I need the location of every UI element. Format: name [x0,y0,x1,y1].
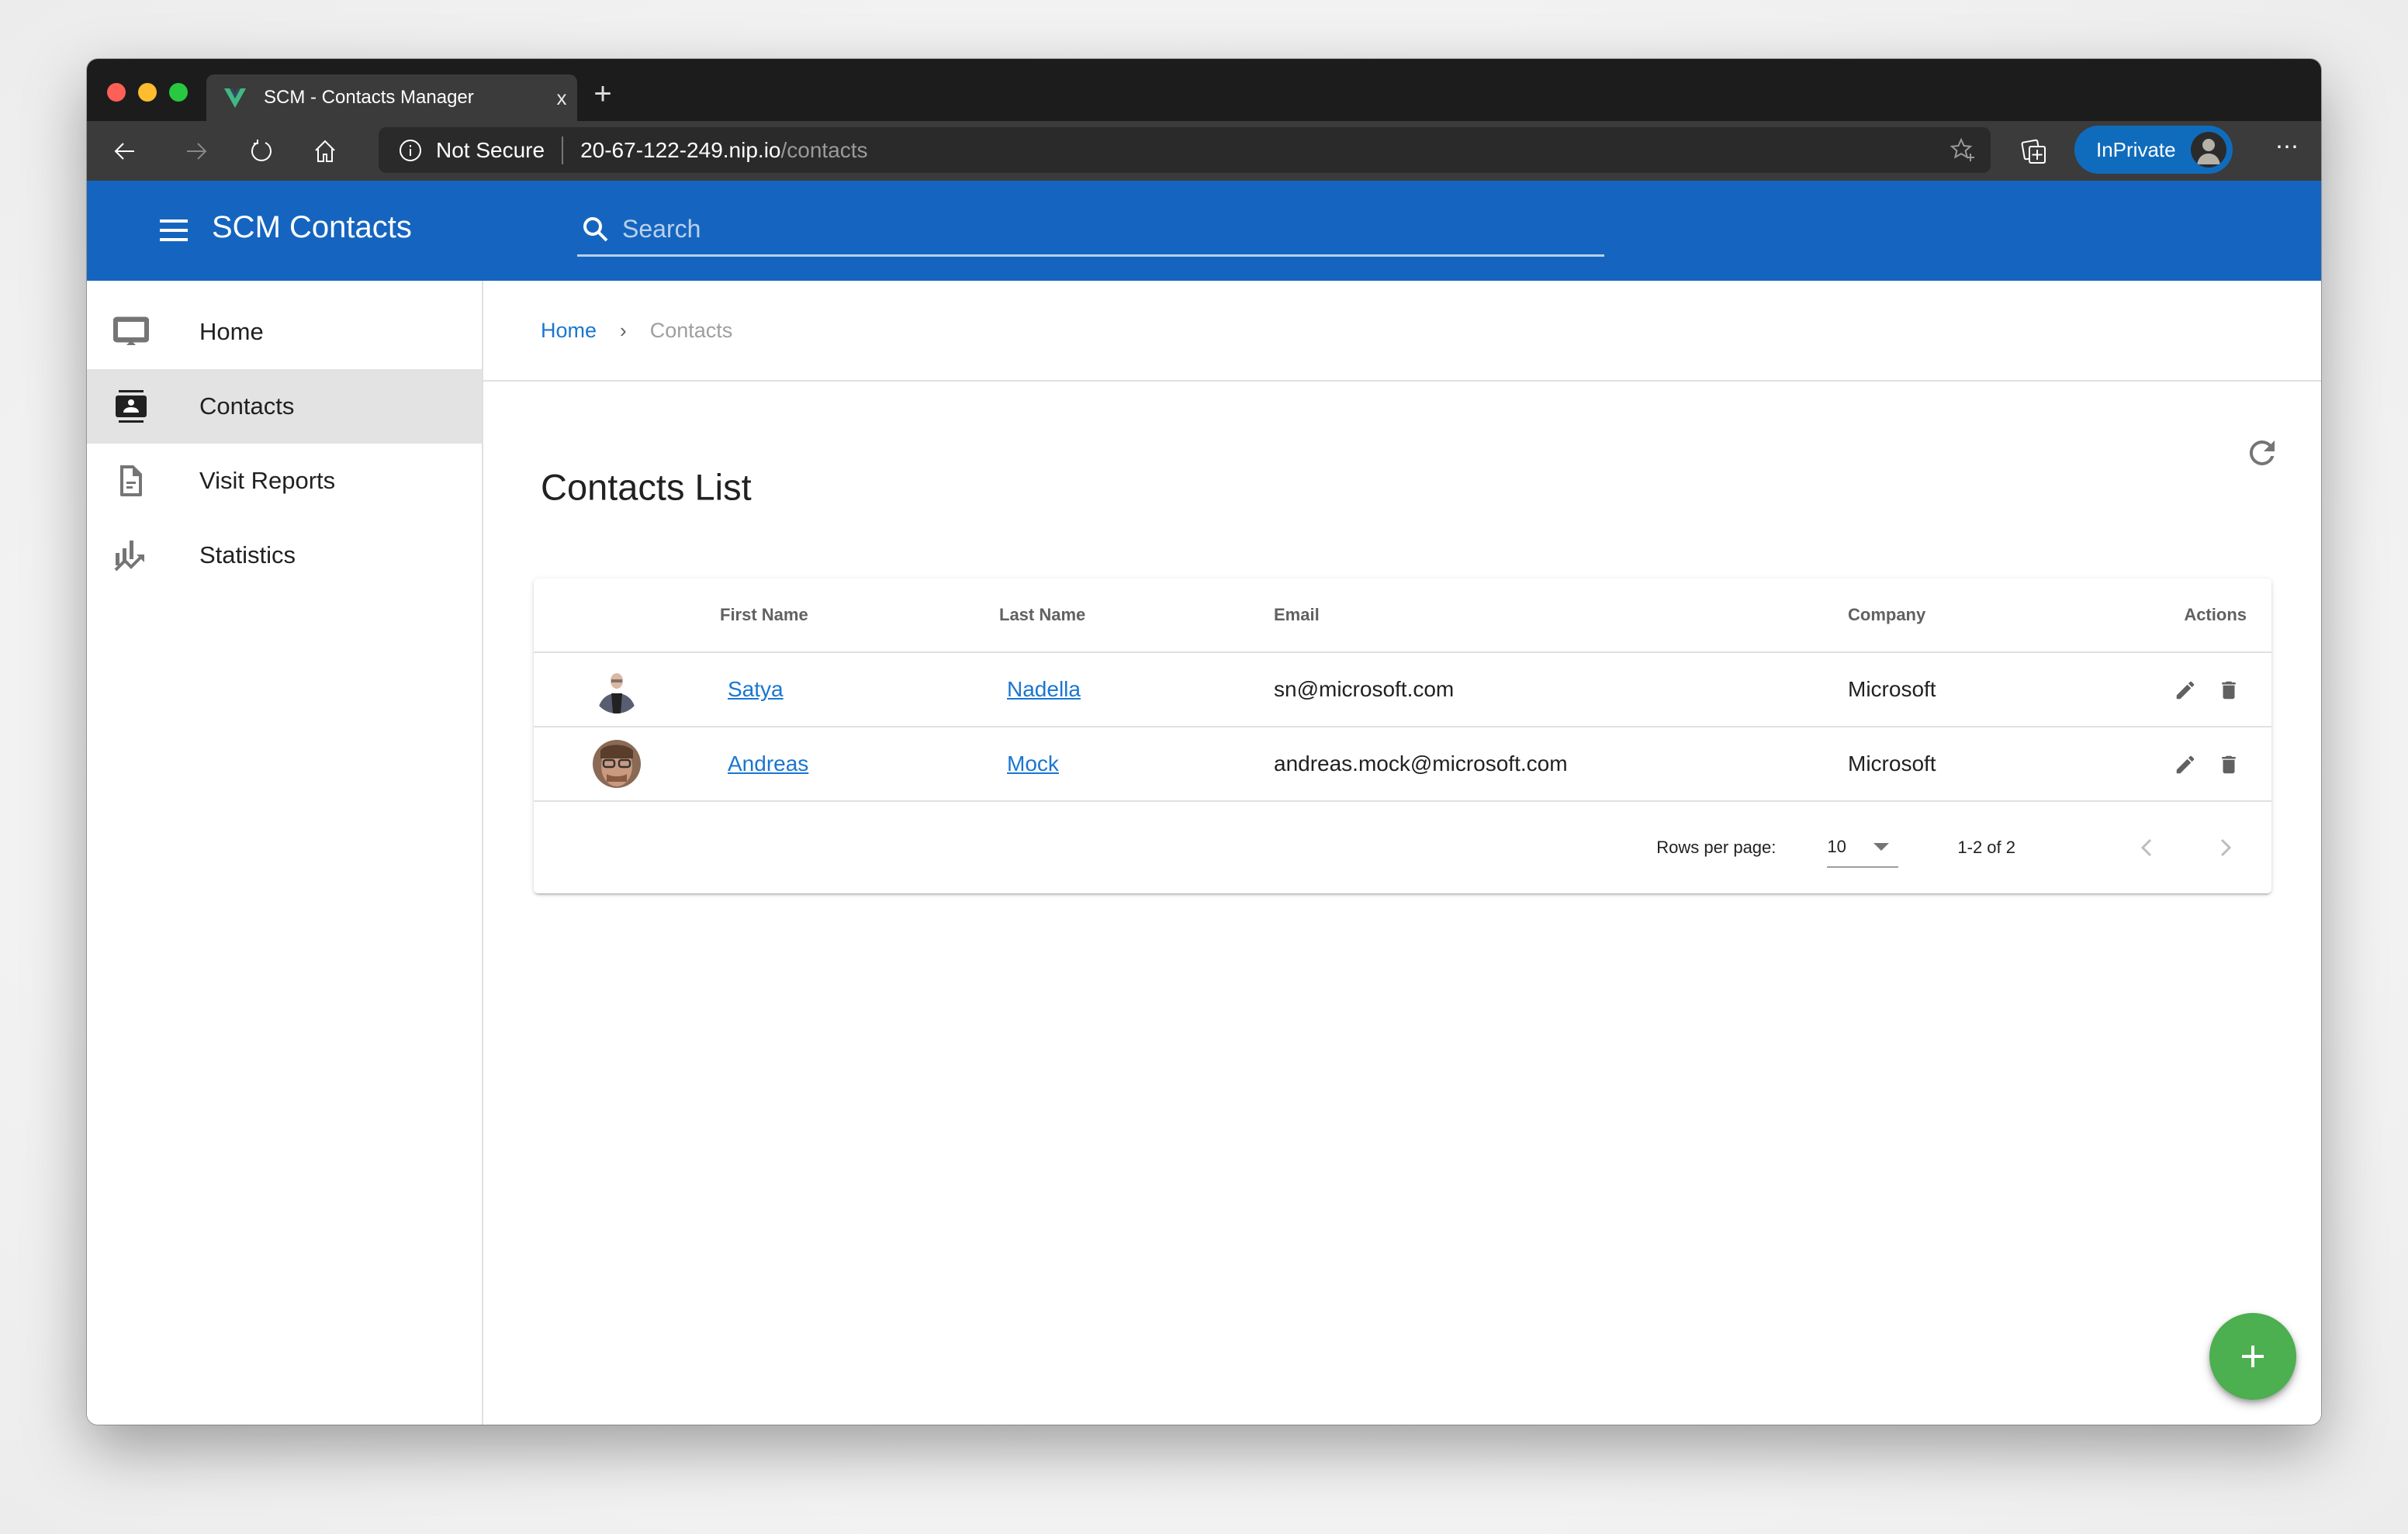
company-cell: Microsoft [1848,652,2143,727]
rows-per-page-select[interactable]: 10 [1827,827,1899,868]
breadcrumb: Home › Contacts [483,281,2321,382]
new-tab-button[interactable]: + [583,76,622,115]
email-cell: andreas.mock@microsoft.com [1274,727,1848,802]
url-host: 20-67-122-249.nip.io [580,137,781,162]
reload-button[interactable] [242,132,281,171]
sidebar-item-label: Home [199,318,264,345]
chart-icon [114,541,144,572]
breadcrumb-current: Contacts [649,318,733,342]
header-avatar [534,579,720,653]
sidebar-item-contacts[interactable]: Contacts [87,369,482,444]
home-icon [315,140,335,162]
address-bar[interactable]: Not Secure 20-67-122-249.nip.io /contact… [379,127,1991,173]
inprivate-button[interactable]: InPrivate [2074,126,2233,174]
header-last-name[interactable]: Last Name [999,579,1274,653]
add-contact-button[interactable] [2209,1313,2296,1400]
info-icon [400,139,421,161]
sidebar-item-statistics[interactable]: Statistics [87,518,482,593]
contacts-table: First Name Last Name Email Company Actio… [534,579,2271,802]
browser-toolbar: Not Secure 20-67-122-249.nip.io /contact… [87,121,2321,181]
minimize-window-button[interactable] [138,83,157,102]
browser-tab[interactable]: SCM - Contacts Manager x [206,74,577,121]
vue-logo-icon [224,88,246,108]
header-actions: Actions [2143,579,2271,653]
first-name-link[interactable]: Satya [720,677,784,701]
address-divider [562,136,564,164]
arrow-left-icon [114,143,134,160]
desktop-icon [113,316,149,345]
profile-avatar-icon [2191,132,2226,168]
company-cell: Microsoft [1848,727,2143,802]
app-bar: SCM Contacts [87,181,2321,281]
tab-title: SCM - Contacts Manager [264,87,474,108]
document-icon [120,465,142,496]
forward-button[interactable] [177,132,216,171]
header-first-name[interactable]: First Name [720,579,999,653]
sidebar-item-label: Contacts [199,392,295,420]
table-row: Andreas Mock andreas.mock@microsoft.com … [534,727,2271,802]
url-path: /contacts [780,137,868,162]
sidebar: Home Contacts Visit Reports Statistics [87,281,483,1425]
header-company[interactable]: Company [1848,579,2143,653]
rows-per-page-label: Rows per page: [1656,838,1777,857]
table-footer: Rows per page: 10 1-2 of 2 [534,802,2271,893]
tab-close-icon[interactable]: x [546,86,577,110]
table-row: Satya Nadella sn@microsoft.com Microsoft [534,652,2271,727]
refresh-icon[interactable] [2244,434,2281,472]
pagination-range: 1-2 of 2 [1957,838,2015,857]
arrow-right-icon [187,143,207,160]
sidebar-item-label: Visit Reports [199,467,336,494]
rows-per-page-value: 10 [1827,837,1846,856]
main-content: Home › Contacts Contacts List First Name… [483,281,2321,1425]
breadcrumb-home[interactable]: Home [541,319,597,343]
delete-icon[interactable] [2217,753,2240,776]
page-title: Contacts List [541,466,752,508]
add-favorite-icon[interactable] [1949,136,1977,164]
last-name-link[interactable]: Mock [999,751,1059,776]
menu-icon[interactable] [160,219,188,243]
more-options-button[interactable]: ⋯ [2268,132,2307,171]
first-name-link[interactable]: Andreas [720,751,808,776]
chevron-right-icon: › [620,318,627,342]
sidebar-item-home[interactable]: Home [87,295,482,369]
contacts-icon [116,390,147,423]
inprivate-label: InPrivate [2096,137,2176,161]
edit-icon[interactable] [2174,679,2197,702]
email-cell: sn@microsoft.com [1274,652,1848,727]
plus-icon [2242,1346,2264,1367]
contacts-table-card: First Name Last Name Email Company Actio… [534,579,2271,893]
last-name-link[interactable]: Nadella [999,677,1081,701]
avatar [593,665,641,713]
tab-bar: SCM - Contacts Manager x + [87,59,2321,121]
search-field[interactable] [577,204,1604,257]
sidebar-item-visit-reports[interactable]: Visit Reports [87,444,482,518]
maximize-window-button[interactable] [169,83,188,102]
back-button[interactable] [106,132,144,171]
sidebar-item-label: Statistics [199,541,296,568]
delete-icon[interactable] [2217,679,2240,702]
search-input[interactable] [622,215,1604,244]
security-label: Not Secure [436,137,545,162]
caret-down-icon [1873,843,1890,851]
avatar [593,740,641,788]
app-title: SCM Contacts [212,210,412,244]
collections-icon[interactable] [2020,136,2050,166]
table-header-row: First Name Last Name Email Company Actio… [534,579,2271,653]
edit-icon[interactable] [2174,753,2197,776]
close-window-button[interactable] [107,83,126,102]
reload-icon [251,140,272,161]
browser-window: SCM - Contacts Manager x + Not Secure 20… [87,59,2321,1425]
header-email[interactable]: Email [1274,579,1848,653]
search-icon [583,216,608,241]
home-button[interactable] [306,132,344,171]
chevron-left-icon[interactable] [2132,832,2163,863]
chevron-right-icon[interactable] [2209,832,2240,863]
